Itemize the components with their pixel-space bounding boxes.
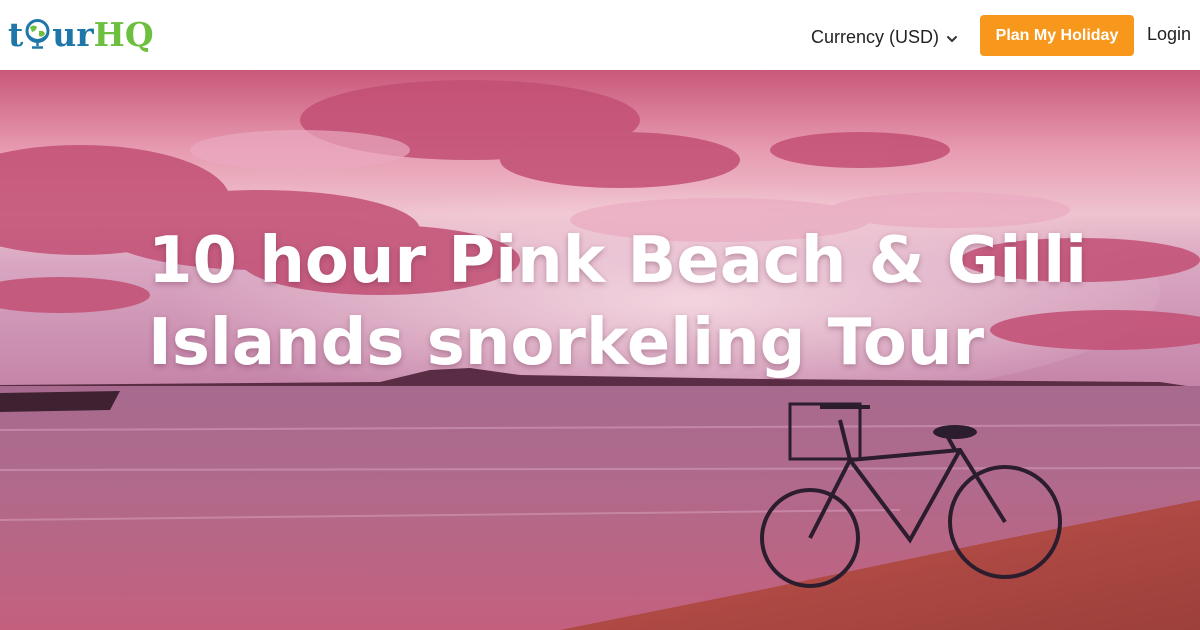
- currency-selector[interactable]: Currency (USD): [811, 24, 971, 50]
- site-header: t ur HQ Currency (USD) Plan My Holiday L: [0, 0, 1200, 70]
- chevron-down-icon: [945, 30, 959, 44]
- login-link[interactable]: Login: [1147, 24, 1197, 50]
- logo-text-hq: HQ: [93, 14, 154, 54]
- plan-my-holiday-button[interactable]: Plan My Holiday: [980, 15, 1134, 56]
- currency-label: Currency (USD): [811, 26, 940, 47]
- globe-icon: [24, 18, 51, 50]
- logo-text-t: t: [8, 14, 24, 54]
- logo-text-ur: ur: [52, 14, 94, 54]
- hero-banner: 10 hour Pink Beach & Gilli Islands snork…: [0, 70, 1200, 630]
- tour-title: 10 hour Pink Beach & Gilli Islands snork…: [148, 224, 1088, 380]
- tourhq-logo[interactable]: t ur HQ: [8, 12, 154, 56]
